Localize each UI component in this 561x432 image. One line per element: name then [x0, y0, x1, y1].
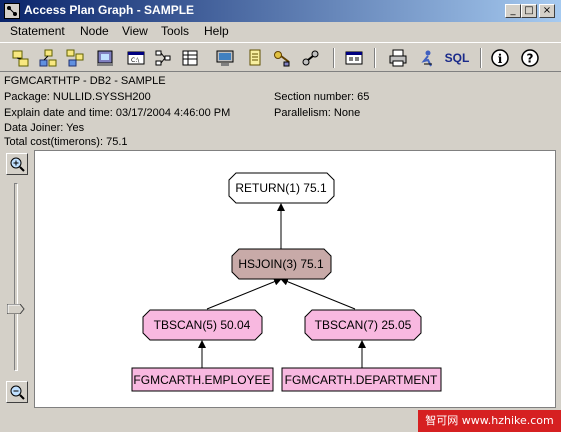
zoom-in-button[interactable]: [6, 153, 28, 175]
department-table-label: FGMCARTH.DEPARTMENT: [285, 373, 438, 387]
connect-icon[interactable]: [300, 47, 322, 69]
hsjoin-node[interactable]: HSJOIN(3) 75.1: [231, 248, 332, 280]
menu-help[interactable]: Help: [204, 24, 229, 38]
zoom-in-icon: [10, 157, 25, 172]
tbscan5-node-label: TBSCAN(5) 50.04: [154, 318, 251, 332]
statement-info: FGMCARTHTP - DB2 - SAMPLE Package: NULLI…: [0, 72, 561, 150]
zoom-out-button[interactable]: [6, 381, 28, 403]
toolbar: C:\ SQL i ?: [0, 42, 561, 72]
toolbar-separator: [333, 48, 335, 68]
maximize-button[interactable]: □: [521, 4, 537, 18]
explain-date-label: Explain date and time: 03/17/2004 4:46:0…: [4, 107, 231, 119]
menu-view[interactable]: View: [122, 24, 148, 38]
help-glyph: ?: [527, 52, 534, 66]
info-icon[interactable]: i: [489, 47, 511, 69]
close-button[interactable]: ×: [539, 4, 555, 18]
zoom-slider-track[interactable]: [14, 183, 18, 371]
edge-tbscan5-hsjoin: [206, 277, 282, 310]
info-glyph: i: [498, 52, 503, 66]
expand-tree-icon[interactable]: [37, 47, 59, 69]
return-node[interactable]: RETURN(1) 75.1: [228, 172, 335, 204]
parallelism-label: Parallelism: None: [274, 107, 361, 119]
statement-header: FGMCARTHTP - DB2 - SAMPLE: [4, 75, 166, 87]
tbscan7-node-label: TBSCAN(7) 25.05: [315, 318, 412, 332]
hsjoin-node-label: HSJOIN(3) 75.1: [238, 257, 324, 271]
total-cost-label: Total cost(timerons): 75.1: [4, 136, 128, 148]
app-icon[interactable]: [4, 3, 20, 19]
zoom-slider-thumb[interactable]: [6, 303, 25, 315]
package-label: Package: NULLID.SYSSH200: [4, 91, 151, 103]
command-window-icon[interactable]: C:\: [125, 47, 147, 69]
employee-table-label: FGMCARTH.EMPLOYEE: [133, 373, 270, 387]
section-number-label: Section number: 65: [274, 91, 370, 103]
menu-bar: Statement Node View Tools Help: [0, 22, 561, 42]
node-tree-icon[interactable]: [64, 47, 86, 69]
key-icon[interactable]: [271, 47, 293, 69]
sql-button[interactable]: SQL: [442, 47, 472, 69]
notes-icon[interactable]: [244, 47, 266, 69]
print-icon[interactable]: [387, 47, 409, 69]
help-icon[interactable]: ?: [519, 47, 541, 69]
tbscan5-node[interactable]: TBSCAN(5) 50.04: [142, 309, 263, 341]
menu-tools[interactable]: Tools: [161, 24, 189, 38]
edge-tbscan7-hsjoin: [280, 277, 356, 310]
menu-statement[interactable]: Statement: [10, 24, 65, 38]
minimize-button[interactable]: _: [505, 4, 521, 18]
table-view-icon[interactable]: [179, 47, 201, 69]
tbscan7-node[interactable]: TBSCAN(7) 25.05: [304, 309, 422, 341]
return-node-label: RETURN(1) 75.1: [235, 181, 327, 195]
window-layout-icon[interactable]: [343, 47, 365, 69]
toolbar-separator: [480, 48, 482, 68]
department-table-node[interactable]: FGMCARTH.DEPARTMENT: [281, 367, 442, 392]
svg-text:C:\: C:\: [131, 57, 140, 64]
employee-table-node[interactable]: FGMCARTH.EMPLOYEE: [131, 367, 274, 392]
graph-layout-icon[interactable]: [152, 47, 174, 69]
zoom-panel: [0, 150, 34, 410]
menu-node[interactable]: Node: [80, 24, 109, 38]
watermark-banner: 智可网 www.hzhike.com: [418, 410, 561, 432]
data-joiner-label: Data Joiner: Yes: [4, 122, 85, 134]
database-object-icon[interactable]: [94, 47, 116, 69]
tool-run-icon[interactable]: [417, 47, 439, 69]
title-bar: Access Plan Graph - SAMPLE _ □ ×: [0, 0, 561, 22]
graph-canvas[interactable]: RETURN(1) 75.1 HSJOIN(3) 75.1 TBSCAN(5) …: [34, 150, 556, 408]
window-title: Access Plan Graph - SAMPLE: [24, 3, 195, 17]
zoom-out-icon: [10, 385, 25, 400]
toolbar-separator: [374, 48, 376, 68]
monitor-icon[interactable]: [214, 47, 236, 69]
open-statement-icon[interactable]: [10, 47, 32, 69]
